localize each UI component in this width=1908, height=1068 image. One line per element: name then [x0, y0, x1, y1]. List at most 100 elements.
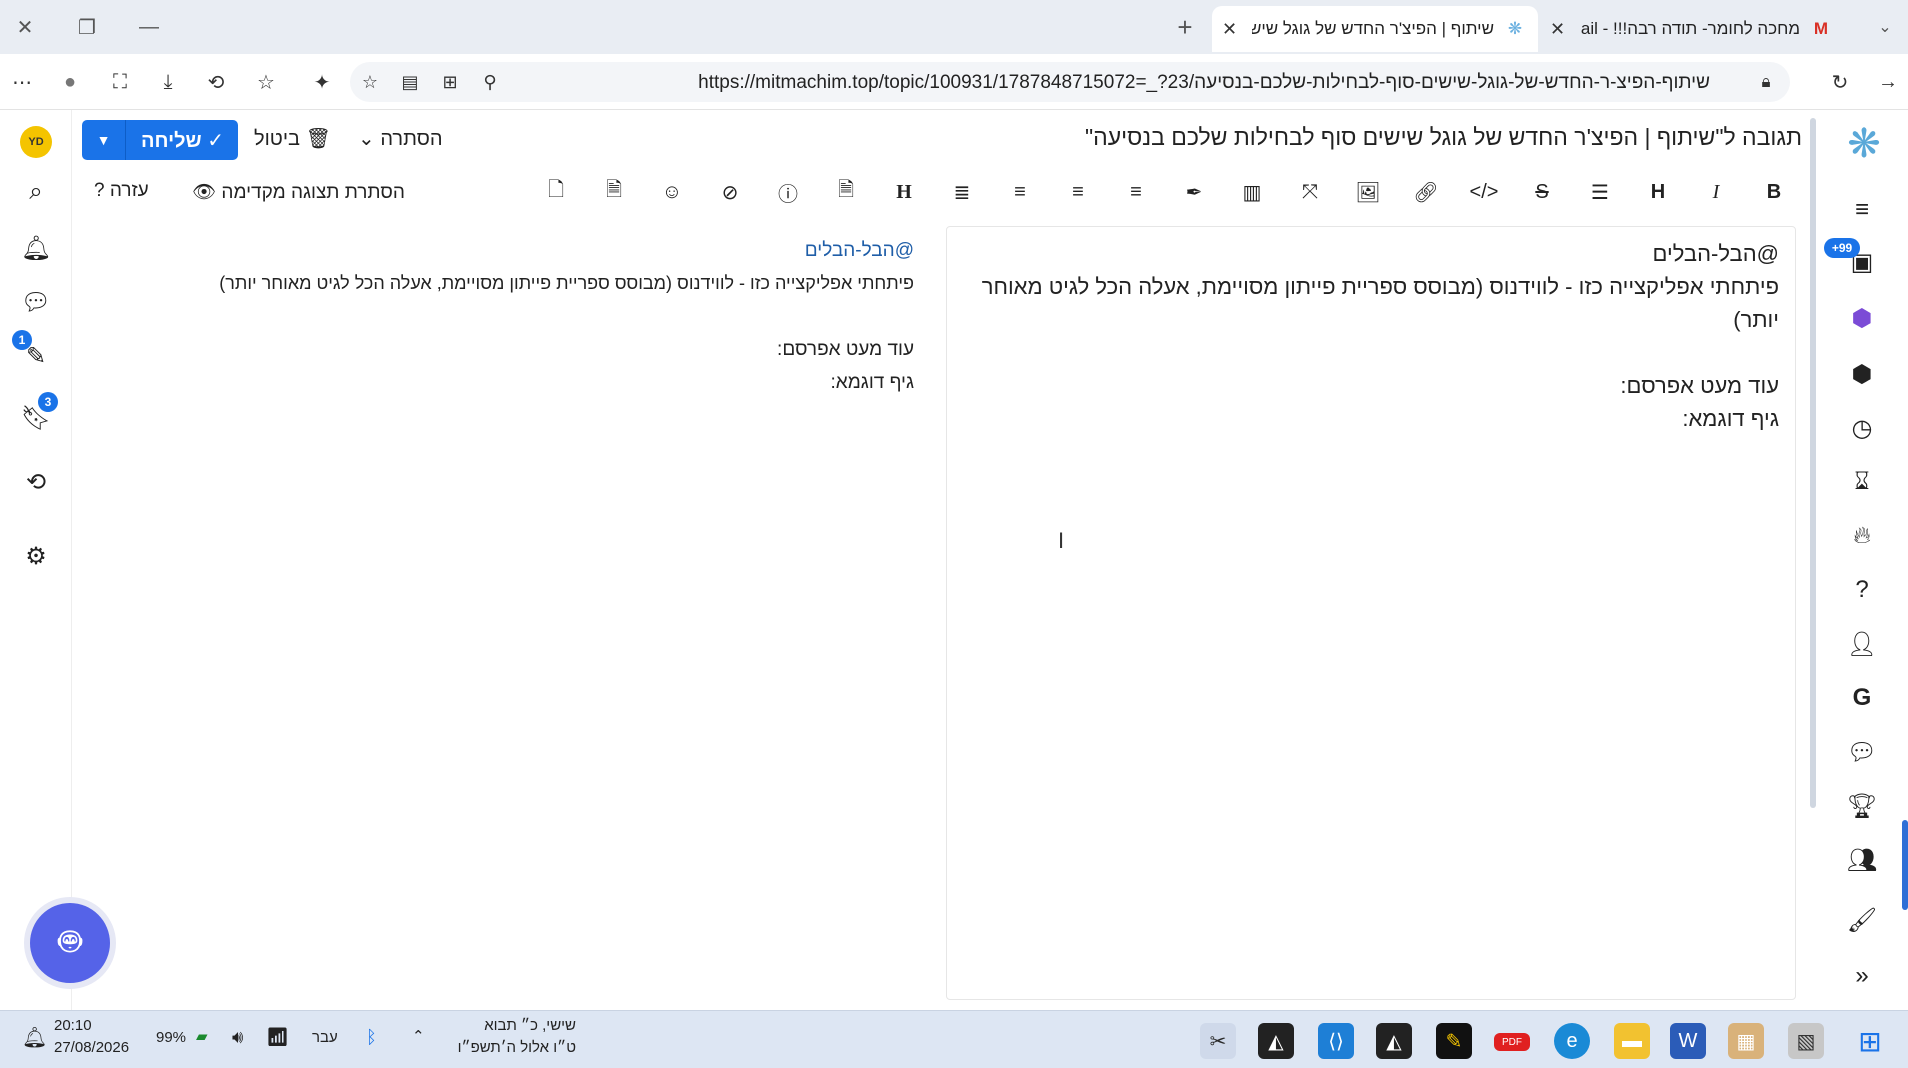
align-center-icon[interactable]: ≡: [1062, 176, 1094, 208]
bold-icon[interactable]: B: [1758, 176, 1790, 208]
word-icon[interactable]: W: [1670, 1023, 1706, 1059]
italic-icon[interactable]: I: [1700, 176, 1732, 208]
window-restore-icon[interactable]: ❐: [70, 10, 104, 44]
google-icon[interactable]: G: [1842, 678, 1882, 718]
downloads-icon[interactable]: ⤓: [152, 66, 184, 98]
key-icon[interactable]: ⚲: [474, 66, 506, 98]
categories-icon[interactable]: ⬢: [1842, 298, 1882, 338]
chart-icon[interactable]: ▥: [1236, 176, 1268, 208]
popular-fire-icon[interactable]: 🔥︎: [1842, 516, 1882, 556]
bell-icon[interactable]: 🔔︎: [16, 228, 56, 268]
app-gallery-icon[interactable]: ◭: [1376, 1023, 1412, 1059]
tab-gmail[interactable]: ✕ מחכה לחומר- תודה רבה!!! - Gmail M: [1540, 6, 1844, 52]
reload-icon[interactable]: ↻: [1824, 66, 1856, 98]
align-left-icon[interactable]: ≡: [1120, 176, 1152, 208]
right-scroll-thumb[interactable]: [1902, 820, 1908, 910]
tab-close-icon[interactable]: ✕: [1550, 19, 1565, 40]
windows-start-icon[interactable]: ⊞: [1852, 1023, 1888, 1059]
brush-icon[interactable]: 🖌︎: [1842, 900, 1882, 940]
favorites-icon[interactable]: ☆: [250, 66, 282, 98]
search-icon[interactable]: ⌕: [16, 172, 56, 212]
send-options-chevron-icon[interactable]: ▼: [82, 120, 126, 160]
expand-double-chevron-icon[interactable]: »: [1842, 956, 1882, 996]
address-bar[interactable]: ☆ ▤ ⊞ ⚲ https://mitmachim.top/topic/1009…: [350, 62, 1790, 102]
volume-icon[interactable]: 🔊︎: [232, 1027, 243, 1048]
align-justify-icon[interactable]: ≣: [946, 176, 978, 208]
chat-icon[interactable]: 💬︎: [16, 282, 56, 322]
file-explorer-icon[interactable]: ▬: [1614, 1023, 1650, 1059]
spoiler-eye-slash-icon[interactable]: ⊘: [714, 176, 746, 208]
profile-icon[interactable]: ●: [54, 66, 86, 98]
menu-hamburger-icon[interactable]: ≡: [1842, 190, 1882, 230]
tray-chevron-icon[interactable]: ⌃: [412, 1027, 425, 1045]
help-question-icon[interactable]: ?: [1842, 570, 1882, 610]
emoji-icon[interactable]: ☺: [656, 176, 688, 208]
hebrew-date-line2[interactable]: ט״ו אלול ה׳תשפ״ו: [450, 1039, 576, 1056]
trophy-icon[interactable]: 🏆︎: [1842, 786, 1882, 826]
file-code-icon[interactable]: 🗎︎: [830, 176, 862, 208]
avatar[interactable]: YD: [20, 126, 52, 158]
hide-preview-button[interactable]: הסתרת תצוגה מקדימה 👁︎: [192, 180, 405, 204]
preview-mention-link[interactable]: @הבל-הבלים: [184, 234, 914, 267]
lock-icon[interactable]: 🔒︎: [1750, 66, 1782, 98]
favorite-star-icon[interactable]: ☆: [354, 66, 386, 98]
file-attach-icon[interactable]: 🗋︎: [540, 176, 572, 208]
tab-close-icon[interactable]: ✕: [1222, 19, 1237, 40]
recent-history-icon[interactable]: ⟲: [16, 462, 56, 502]
tags-icon[interactable]: ⬢: [1842, 354, 1882, 394]
language-indicator[interactable]: עבר: [312, 1029, 338, 1046]
archive-app-icon[interactable]: ▦: [1728, 1023, 1764, 1059]
new-tab-icon[interactable]: +: [1168, 10, 1202, 44]
pen-color-icon[interactable]: ✒: [1178, 176, 1210, 208]
cancel-button[interactable]: 🗑︎ ביטול: [254, 126, 331, 151]
notebook-app-icon[interactable]: ▧: [1788, 1023, 1824, 1059]
info-icon[interactable]: ⓘ: [772, 176, 804, 208]
hebrew-date-line1[interactable]: שישי, כ״ תבוא: [456, 1017, 576, 1034]
vscode-icon[interactable]: ⟨⟩: [1318, 1023, 1354, 1059]
history-icon[interactable]: ⟲: [200, 66, 232, 98]
assistant-bot-button[interactable]: 🤖︎: [30, 903, 110, 983]
extensions-icon[interactable]: ✦: [306, 66, 338, 98]
bullet-list-icon[interactable]: ☰: [1584, 176, 1616, 208]
apps-icon[interactable]: ⊞: [434, 66, 466, 98]
clock-time[interactable]: 20:10: [54, 1017, 92, 1034]
battery-percent[interactable]: 99%: [156, 1029, 186, 1046]
wifi-icon[interactable]: 📶︎: [266, 1027, 289, 1048]
link-icon[interactable]: 🔗︎: [1410, 176, 1442, 208]
image-icon[interactable]: 🖼︎: [1352, 176, 1384, 208]
hourglass-icon[interactable]: ⌛︎: [1842, 462, 1882, 502]
align-right-icon[interactable]: ≡: [1004, 176, 1036, 208]
strikethrough-icon[interactable]: S: [1526, 176, 1558, 208]
hide-composer-button[interactable]: הסתרה ⌄: [358, 126, 443, 151]
window-minimize-icon[interactable]: —: [132, 10, 166, 44]
snipping-tool-icon[interactable]: ✂: [1200, 1023, 1236, 1059]
settings-gear-icon[interactable]: ⚙: [16, 536, 56, 576]
forward-icon[interactable]: →: [1872, 66, 1904, 98]
more-menu-icon[interactable]: ⋯: [6, 66, 38, 98]
window-close-icon[interactable]: ✕: [8, 10, 42, 44]
clock-date[interactable]: 27/08/2026: [54, 1039, 129, 1056]
file-image-icon[interactable]: 🗎︎: [598, 176, 630, 208]
user-icon[interactable]: 👤︎: [1842, 624, 1882, 664]
page-scrollbar[interactable]: [1810, 118, 1816, 808]
code-icon[interactable]: </>: [1468, 176, 1500, 208]
notifications-icon[interactable]: 🔔︎: [22, 1025, 47, 1050]
fullscreen-icon[interactable]: ⤧: [1294, 176, 1326, 208]
header-style-icon[interactable]: H: [888, 176, 920, 208]
screenshot-icon[interactable]: ⛶: [104, 66, 136, 98]
composer-editor[interactable]: @הבל-הבלים פיתחתי אפליקצייה כזו - לווידנ…: [946, 226, 1796, 1000]
clock-icon[interactable]: ◷: [1842, 408, 1882, 448]
send-button[interactable]: ▼ שליחה ✓: [82, 120, 238, 160]
url-text[interactable]: https://mitmachim.top/topic/100931/17878…: [698, 72, 1710, 94]
bluetooth-icon[interactable]: ᛒ: [366, 1027, 377, 1048]
reader-icon[interactable]: ▤: [394, 66, 426, 98]
pdf-app-icon[interactable]: PDF: [1494, 1033, 1530, 1051]
edge-browser-icon[interactable]: e: [1554, 1023, 1590, 1059]
heading-icon[interactable]: H: [1642, 176, 1674, 208]
app-editor-icon[interactable]: ✎: [1436, 1023, 1472, 1059]
tab-list-chevron-icon[interactable]: ⌄: [1868, 10, 1902, 44]
app-photos-icon[interactable]: ◭: [1258, 1023, 1294, 1059]
tab-topic[interactable]: ✕ שיתוף | הפיצ'ר החדש של גוגל שיש ❋: [1212, 6, 1538, 52]
chat-bubble-icon[interactable]: 💬︎: [1842, 732, 1882, 772]
groups-icon[interactable]: 👥︎: [1842, 840, 1882, 880]
